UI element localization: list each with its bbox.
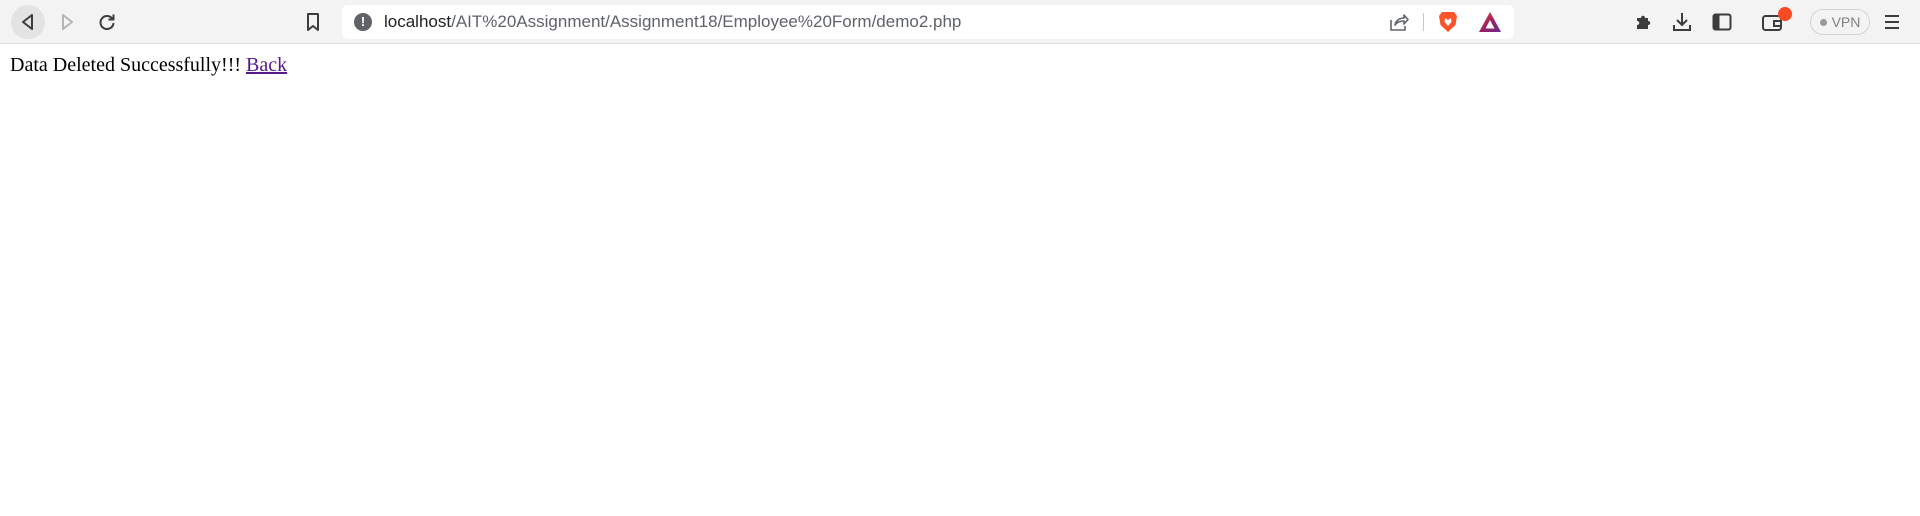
bookmark-button[interactable]	[296, 5, 330, 39]
omnibox-divider	[1423, 13, 1424, 31]
site-info-icon[interactable]: !	[354, 13, 372, 31]
url-path: /AIT%20Assignment/Assignment18/Employee%…	[451, 12, 962, 31]
extensions-icon[interactable]	[1632, 10, 1656, 34]
bookmark-icon	[307, 13, 319, 31]
back-link[interactable]: Back	[246, 54, 287, 76]
address-bar[interactable]: ! localhost/AIT%20Assignment/Assignment1…	[342, 5, 1514, 39]
url-text[interactable]: localhost/AIT%20Assignment/Assignment18/…	[384, 5, 961, 39]
vpn-button[interactable]: VPN	[1810, 9, 1870, 35]
vpn-status-icon	[1819, 18, 1827, 26]
forward-icon	[62, 14, 73, 30]
url-host: localhost	[384, 12, 452, 31]
reload-button[interactable]	[90, 5, 124, 39]
reload-icon	[99, 14, 115, 30]
share-icon[interactable]	[1388, 11, 1410, 33]
back-button[interactable]	[11, 5, 45, 39]
brave-shields-icon[interactable]	[1436, 10, 1460, 34]
forward-button[interactable]	[50, 5, 84, 39]
brave-rewards-icon[interactable]	[1478, 11, 1502, 33]
back-icon	[22, 14, 33, 30]
status-message: Data Deleted Successfully!!!	[10, 54, 242, 76]
wallet-notification-badge	[1778, 7, 1792, 21]
vpn-label: VPN	[1831, 14, 1861, 30]
page-content: Data Deleted Successfully!!! Back	[10, 54, 287, 77]
sidebar-icon[interactable]	[1710, 10, 1734, 34]
downloads-icon[interactable]	[1670, 10, 1694, 34]
browser-toolbar: ! localhost/AIT%20Assignment/Assignment1…	[0, 0, 1920, 44]
menu-icon[interactable]	[1880, 10, 1904, 34]
